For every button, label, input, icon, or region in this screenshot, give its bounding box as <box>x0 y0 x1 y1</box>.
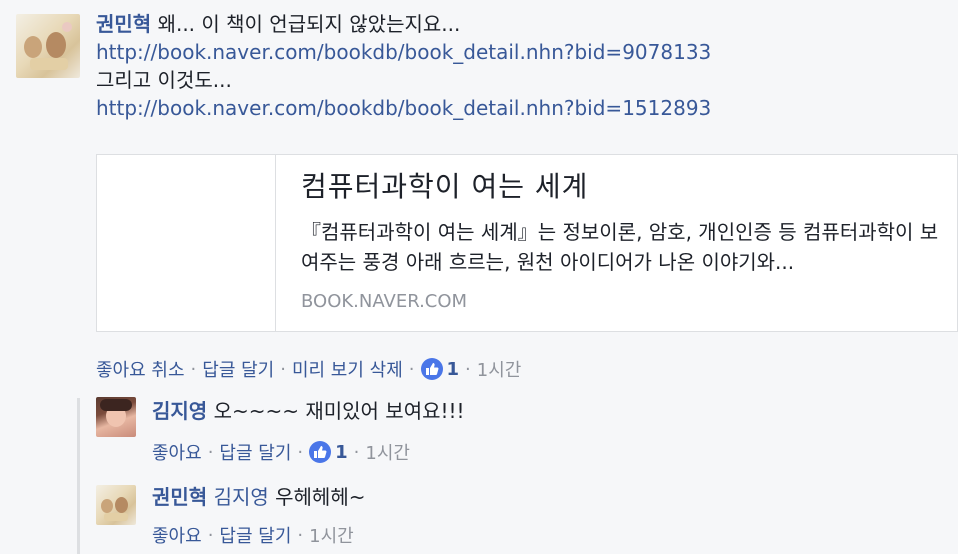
reply-thread-line <box>77 398 80 554</box>
book-link-2[interactable]: http://book.naver.com/bookdb/book_detail… <box>96 94 946 122</box>
timestamp[interactable]: 1시간 <box>309 522 354 548</box>
reply-button[interactable]: 답글 달기 <box>202 356 274 382</box>
like-button[interactable]: 좋아요 <box>152 522 202 548</box>
unlike-button[interactable]: 좋아요 취소 <box>96 356 185 382</box>
reply-text: 우헤헤헤~ <box>275 485 366 509</box>
remove-preview-button[interactable]: 미리 보기 삭제 <box>292 356 403 382</box>
comment-text: 왜... 이 책이 언급되지 않았는지요... <box>157 12 461 36</box>
preview-thumbnail <box>97 155 276 331</box>
comment-author[interactable]: 권민혁 <box>96 12 151 36</box>
reply-button[interactable]: 답글 달기 <box>219 439 291 465</box>
timestamp[interactable]: 1시간 <box>365 439 410 465</box>
separator: · <box>190 358 197 380</box>
comment-line: 권민혁 왜... 이 책이 언급되지 않았는지요... <box>96 10 946 38</box>
separator: · <box>297 441 304 463</box>
separator: · <box>297 524 304 546</box>
separator: · <box>207 524 214 546</box>
comment-body: 권민혁 왜... 이 책이 언급되지 않았는지요... http://book.… <box>96 10 946 122</box>
comment-text-2: 그리고 이것도... <box>96 68 232 92</box>
separator: · <box>465 358 471 380</box>
comment-actions: 좋아요 취소 · 답글 달기 · 미리 보기 삭제 · 1 · 1시간 <box>96 356 521 382</box>
reply-text: 오~~~~ 재미있어 보여요!!! <box>213 399 465 423</box>
reply-author[interactable]: 김지영 <box>152 399 207 423</box>
reply-button[interactable]: 답글 달기 <box>219 522 291 548</box>
preview-domain: BOOK.NAVER.COM <box>301 291 468 312</box>
reply-actions: 좋아요 · 답글 달기 · 1 · 1시간 <box>152 439 410 465</box>
book-link-1[interactable]: http://book.naver.com/bookdb/book_detail… <box>96 38 946 66</box>
like-icon[interactable] <box>420 358 443 380</box>
reply-line: 김지영 오~~~~ 재미있어 보여요!!! <box>152 397 465 425</box>
preview-description: 『컴퓨터과학이 여는 세계』는 정보이론, 암호, 개인인증 등 컴퓨터과학이 … <box>301 220 939 274</box>
like-count[interactable]: 1 <box>447 359 460 380</box>
like-count[interactable]: 1 <box>335 442 348 463</box>
separator: · <box>207 441 214 463</box>
avatar[interactable] <box>96 485 136 525</box>
reply-line: 권민혁 김지영 우헤헤헤~ <box>152 483 365 511</box>
like-button[interactable]: 좋아요 <box>152 439 202 465</box>
preview-title[interactable]: 컴퓨터과학이 여는 세계 <box>301 167 588 207</box>
link-preview-card[interactable]: 컴퓨터과학이 여는 세계 『컴퓨터과학이 여는 세계』는 정보이론, 암호, 개… <box>96 154 958 332</box>
separator: · <box>408 358 415 380</box>
separator: · <box>353 441 360 463</box>
like-icon[interactable] <box>309 441 332 463</box>
avatar[interactable] <box>96 397 136 437</box>
timestamp[interactable]: 1시간 <box>477 356 522 382</box>
reply-actions: 좋아요 · 답글 달기 · 1시간 <box>152 522 354 548</box>
mention-tag[interactable]: 김지영 <box>214 485 269 509</box>
avatar[interactable] <box>16 14 80 78</box>
separator: · <box>280 358 286 380</box>
reply-author[interactable]: 권민혁 <box>152 485 207 509</box>
